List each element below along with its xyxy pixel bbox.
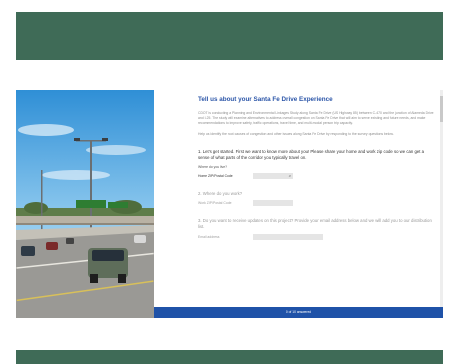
progress-text: 0 of 10 answered: [285, 310, 312, 314]
email-input[interactable]: [253, 233, 323, 240]
scrollbar-thumb[interactable]: [440, 96, 443, 122]
email-label: Email address: [198, 234, 220, 239]
work-zip-label: Work ZIP/Postal Code: [198, 201, 232, 206]
progress-bar: 0 of 10 answered: [154, 307, 443, 318]
question-3: 3. Do you want to receive updates on thi…: [198, 218, 432, 230]
survey-title: Tell us about your Santa Fe Drive Experi…: [198, 96, 333, 103]
stepper-icon[interactable]: ⇵: [288, 174, 291, 178]
work-zip-row: Work ZIP/Postal Code: [198, 200, 434, 207]
home-zip-input[interactable]: ⇵: [253, 172, 293, 179]
survey-panel: Tell us about your Santa Fe Drive Experi…: [154, 90, 443, 318]
home-zip-label: Home ZIP/Postal Code: [198, 173, 233, 178]
question-1: 1. Let's get started. First we want to k…: [198, 149, 425, 160]
top-banner: [16, 12, 443, 60]
work-zip-input[interactable]: [253, 200, 293, 207]
scrollbar[interactable]: [440, 90, 443, 307]
question-1-subtitle: Where do you live?: [198, 164, 228, 169]
bottom-banner: [16, 350, 443, 364]
question-2: 2. Where do you work?: [198, 190, 243, 196]
survey-content: Tell us about your Santa Fe Drive Experi…: [198, 96, 434, 240]
survey-help-text: Help us identify the root causes of cong…: [198, 132, 394, 136]
email-row: Email address: [198, 233, 434, 240]
highway-photo: [16, 90, 154, 318]
survey-frame: Tell us about your Santa Fe Drive Experi…: [16, 90, 443, 318]
survey-intro: CDOT is conducting a Planning and Enviro…: [198, 111, 434, 125]
home-zip-row: Home ZIP/Postal Code ⇵: [198, 172, 434, 179]
